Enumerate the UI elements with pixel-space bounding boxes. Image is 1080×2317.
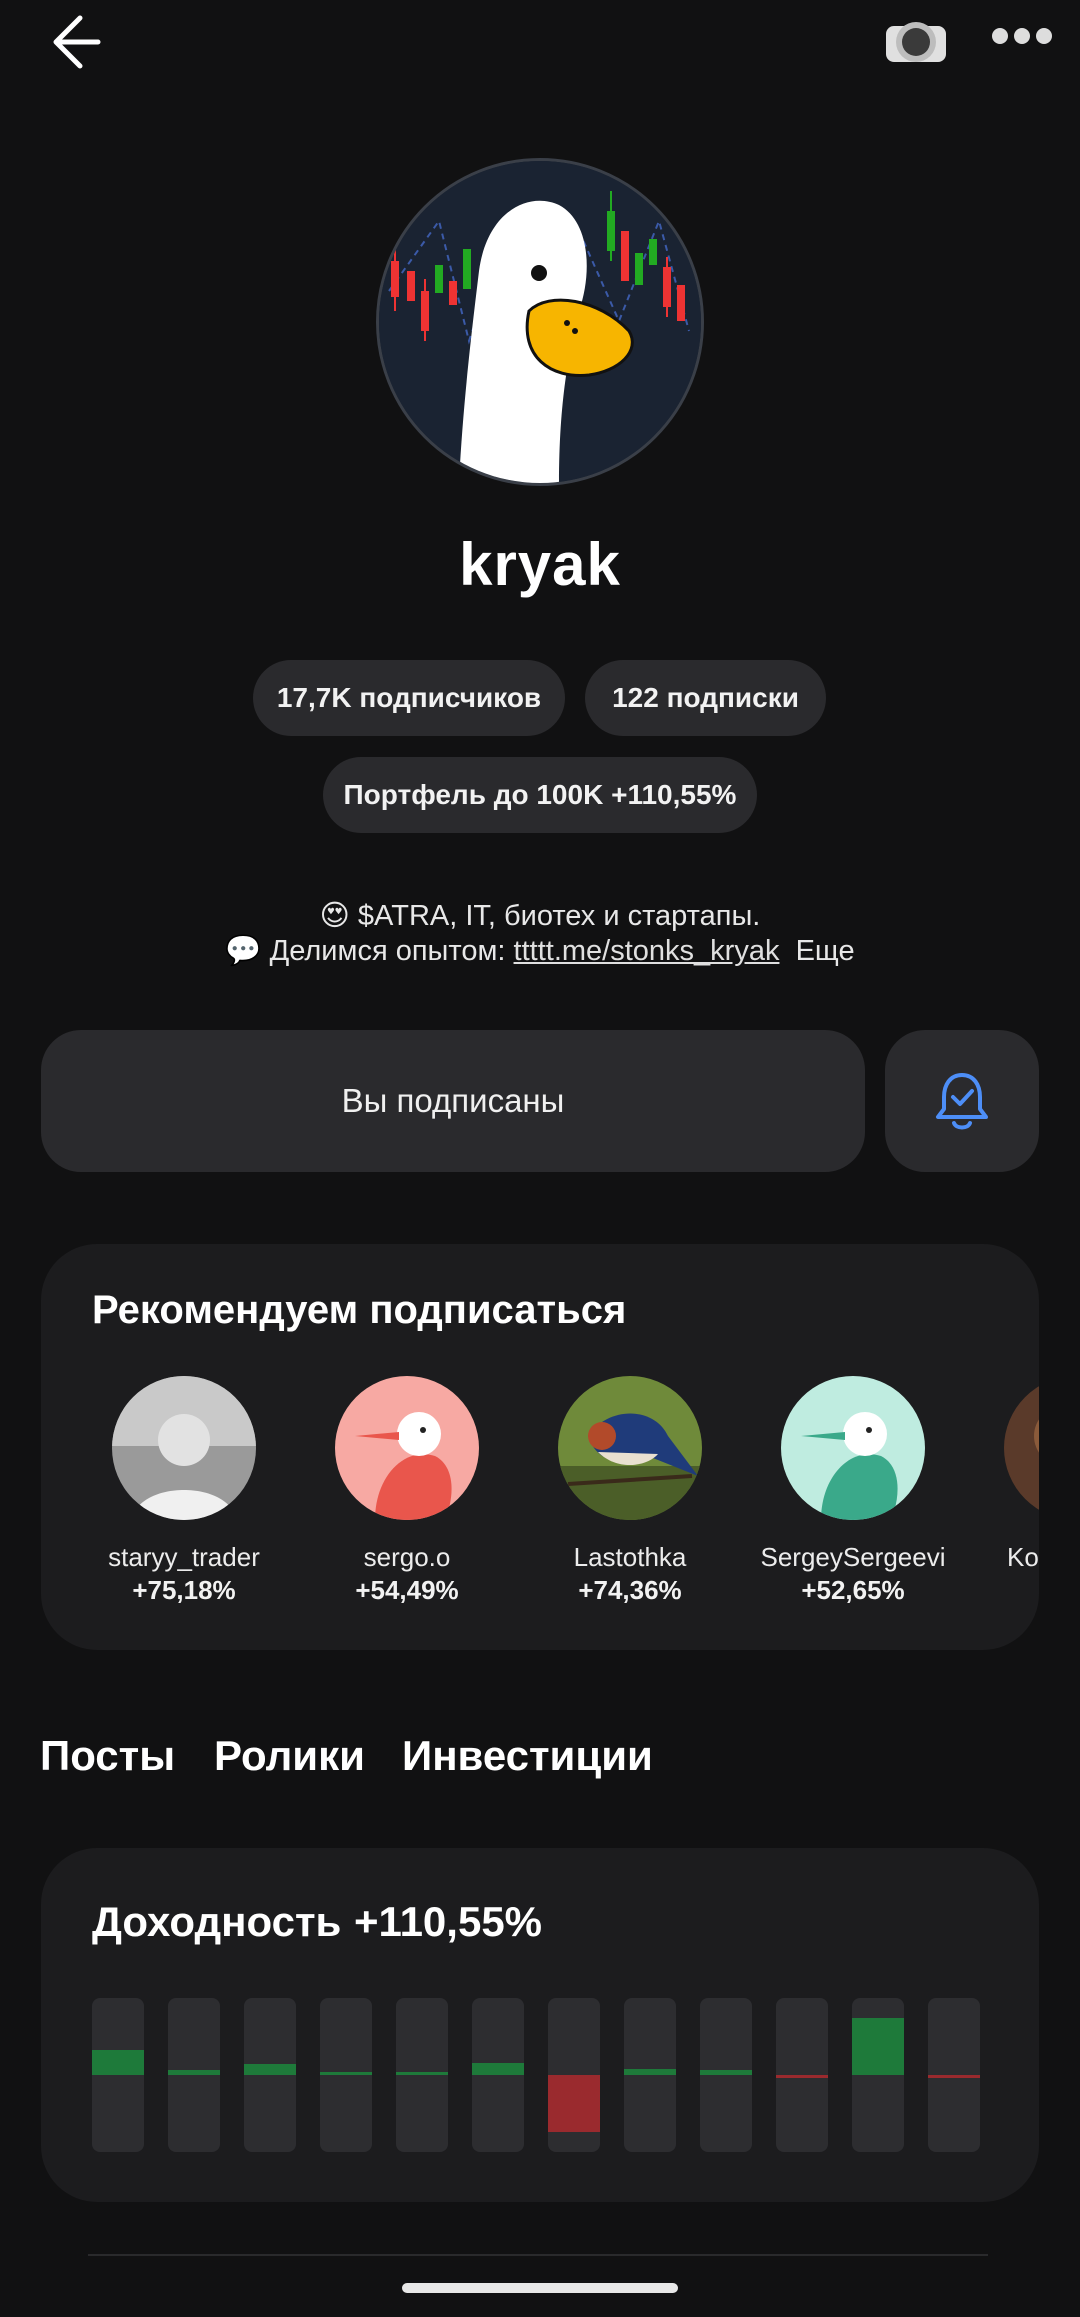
recommendations-title: Рекомендуем подписаться: [92, 1288, 627, 1332]
yield-bar-fill: [928, 2075, 980, 2078]
portfolio-pill[interactable]: Портфель до 100K +110,55%: [323, 757, 757, 833]
tab-reels[interactable]: Ролики: [214, 1732, 365, 1780]
following-pill[interactable]: 122 подписки: [585, 660, 826, 736]
notifications-button[interactable]: [885, 1030, 1039, 1172]
following-count: 122 подписки: [612, 682, 799, 713]
recommended-user-gain: +54,49%: [355, 1575, 459, 1605]
home-indicator[interactable]: [402, 2283, 678, 2293]
avatar: [558, 1376, 702, 1520]
bio-text-2: Делимся опытом:: [269, 935, 506, 967]
yield-value: +110,55%: [354, 1898, 543, 1945]
yield-bar: [776, 1998, 828, 2152]
user-photo-icon: [112, 1376, 256, 1520]
arrow-left-icon: [53, 15, 101, 69]
recommended-user-name: SergeySergeevi: [760, 1542, 946, 1572]
avatar: [335, 1376, 479, 1520]
yield-bar-fill: [472, 2063, 524, 2075]
yield-bar-fill: [168, 2070, 220, 2075]
subscribed-button[interactable]: Вы подписаны: [41, 1030, 865, 1172]
yield-bar-fill: [548, 2075, 600, 2132]
user-photo-icon: [1004, 1376, 1039, 1520]
tab-investments[interactable]: Инвестиции: [402, 1732, 653, 1780]
recommended-user-gain: +: [971, 1575, 1039, 1606]
yield-bar: [852, 1998, 904, 2152]
recommended-user-name: sergo.o: [363, 1542, 451, 1572]
yield-bar-fill: [852, 2018, 904, 2075]
yield-bar-fill: [776, 2075, 828, 2078]
recommended-user[interactable]: sergo.o +54,49%: [302, 1376, 512, 1606]
heart-eyes-emoji-icon: 😍: [319, 900, 350, 932]
yield-bar: [396, 1998, 448, 2152]
avatar: [1004, 1376, 1039, 1520]
yield-bar: [244, 1998, 296, 2152]
followers-count: 17,7K подписчиков: [276, 682, 542, 713]
followers-pill[interactable]: 17,7K подписчиков: [253, 660, 565, 736]
yield-bar: [472, 1998, 524, 2152]
yield-title: Доходность: [92, 1898, 342, 1945]
bird-pink-icon: [335, 1376, 479, 1520]
bird-teal-icon: [781, 1376, 925, 1520]
divider: [88, 2254, 988, 2256]
back-button[interactable]: [40, 10, 104, 74]
tab-posts[interactable]: Посты: [40, 1732, 175, 1780]
camera-icon: [886, 22, 946, 62]
profile-avatar[interactable]: [376, 158, 704, 486]
yield-bar-fill: [92, 2050, 144, 2075]
recommended-user-gain: +52,65%: [801, 1575, 905, 1605]
speech-bubble-emoji-icon: 💬: [225, 935, 262, 967]
recommended-user-gain: +74,36%: [578, 1575, 682, 1605]
yield-bar-fill: [320, 2072, 372, 2075]
recommended-user[interactable]: staryy_trader +75,18%: [79, 1376, 289, 1606]
yield-bar-fill: [624, 2069, 676, 2075]
yield-bar: [928, 1998, 980, 2152]
yield-bar: [548, 1998, 600, 2152]
more-dots-icon: [992, 28, 1052, 44]
yield-bar-fill: [396, 2072, 448, 2075]
yield-bar: [168, 1998, 220, 2152]
bio-line-1: 😍 $ATRA, IT, биотех и стартапы.: [0, 898, 1080, 933]
bio-more-link[interactable]: Еще: [796, 935, 855, 967]
bio-text-1: $ATRA, IT, биотех и стартапы.: [357, 900, 761, 932]
portfolio-label: Портфель до 100K: [343, 779, 604, 810]
yield-bar-fill: [244, 2064, 296, 2075]
yield-bar: [624, 1998, 676, 2152]
yield-bar: [320, 1998, 372, 2152]
yield-bar: [700, 1998, 752, 2152]
bio-line-2: 💬 Делимся опытом: ttttt.me/stonks_kryak …: [0, 934, 1080, 968]
portfolio-gain: +110,55%: [611, 779, 737, 810]
recommended-user-gain: +75,18%: [132, 1575, 236, 1605]
recommended-user[interactable]: Lastothka +74,36%: [525, 1376, 735, 1606]
recommended-user[interactable]: SergeySergeevi +52,65%: [748, 1376, 958, 1606]
recommended-user-name: Lastothka: [573, 1542, 687, 1572]
goose-avatar-image: [379, 161, 701, 483]
more-button[interactable]: [990, 20, 1054, 52]
recommended-user-name: staryy_trader: [108, 1542, 260, 1572]
recommended-user[interactable]: Kons +: [971, 1376, 1039, 1606]
swallow-photo-icon: [558, 1376, 702, 1520]
username: kryak: [459, 531, 621, 598]
avatar: [112, 1376, 256, 1520]
avatar: [781, 1376, 925, 1520]
yield-bar-fill: [700, 2070, 752, 2075]
bell-check-icon: [936, 1073, 988, 1130]
recommendations-card: Рекомендуем подписаться staryy_trader +7…: [41, 1244, 1039, 1650]
yield-card[interactable]: Доходность +110,55%: [41, 1848, 1039, 2202]
yield-bar: [92, 1998, 144, 2152]
bio-link[interactable]: ttttt.me/stonks_kryak: [514, 935, 780, 967]
subscribed-label: Вы подписаны: [341, 1082, 565, 1119]
recommended-user-name: Kons: [1007, 1542, 1039, 1572]
camera-button[interactable]: [880, 12, 952, 64]
